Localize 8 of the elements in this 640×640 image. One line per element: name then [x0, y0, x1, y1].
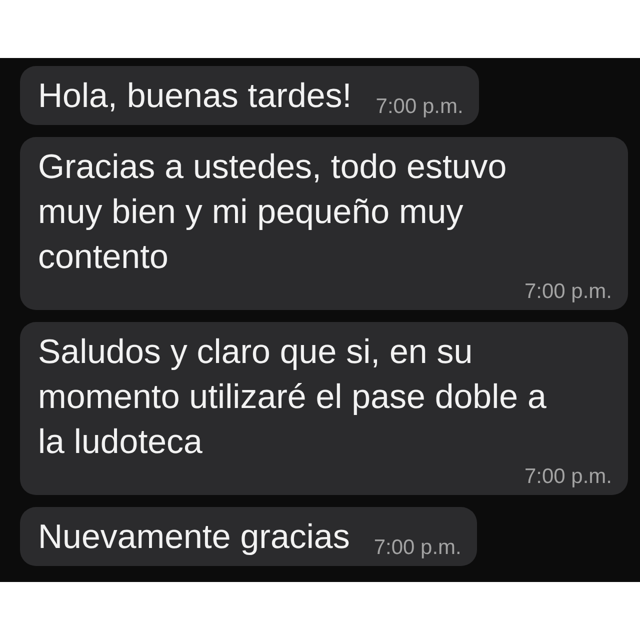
message-text: Saludos y claro que si, en su momento utilizaré el pase doble a la ludoteca — [38, 332, 546, 463]
message-text: Gracias a ustedes, todo estuvo muy bien y mi pequeño muy contento — [38, 147, 507, 278]
message-time: 7:00 p.m. — [374, 95, 464, 119]
message-time: 7:00 p.m. — [523, 280, 612, 304]
message-time: 7:00 p.m. — [523, 465, 612, 489]
message-text: Hola, buenas tardes! — [38, 76, 352, 117]
message-text: Nuevamente gracias — [38, 517, 350, 558]
message-time: 7:00 p.m. — [372, 536, 462, 560]
